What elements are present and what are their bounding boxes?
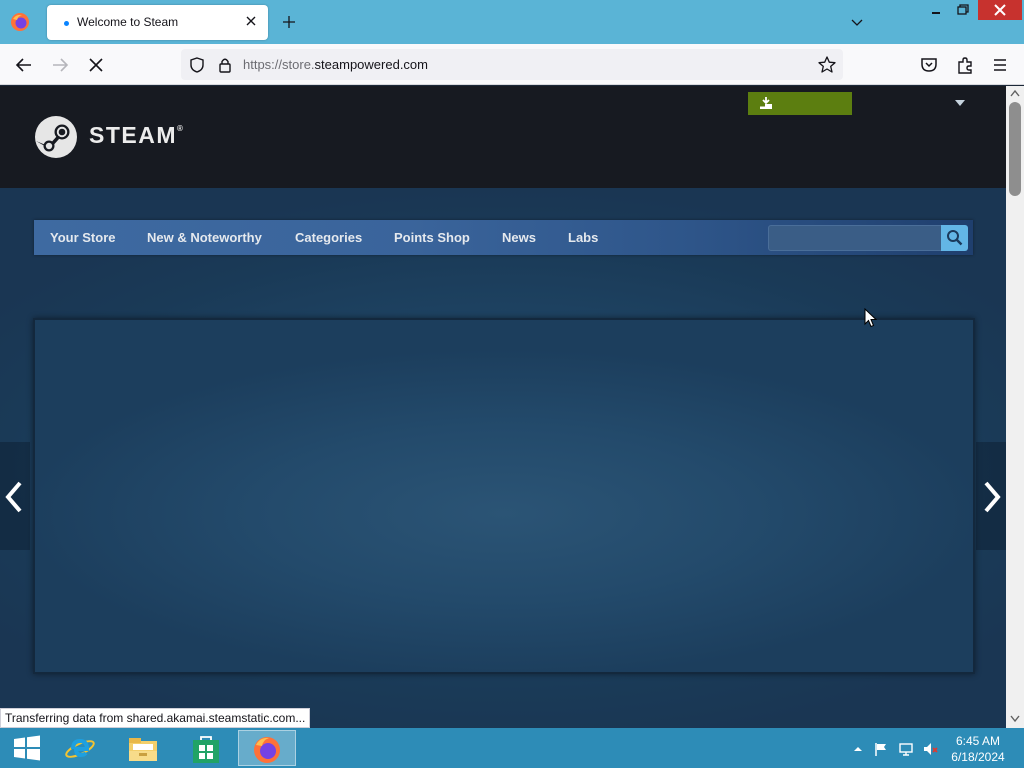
steam-store-page: STEAM® Your Store New & Noteworthy Categ…: [0, 86, 1006, 728]
window-close-button[interactable]: [978, 0, 1022, 20]
url-text[interactable]: https://store.steampowered.com: [243, 57, 428, 72]
nav-tab-news[interactable]: News: [502, 230, 536, 245]
window-minimize-icon[interactable]: [926, 2, 946, 18]
featured-carousel[interactable]: [33, 318, 975, 674]
language-dropdown-caret-icon[interactable]: [955, 100, 965, 106]
browser-toolbar: https://store.steampowered.com: [0, 44, 1024, 85]
back-icon[interactable]: [12, 53, 36, 77]
window-close-icon: [994, 4, 1006, 16]
tab-welcome-to-steam[interactable]: Welcome to Steam: [47, 5, 268, 40]
page-scrollbar[interactable]: [1006, 86, 1024, 728]
tab-title: Welcome to Steam: [77, 15, 179, 29]
lock-icon[interactable]: [216, 56, 234, 74]
forward-icon[interactable]: [48, 53, 72, 77]
system-clock[interactable]: 6:45 AM 6/18/2024: [944, 733, 1012, 765]
firefox-icon: [254, 737, 280, 763]
start-button[interactable]: [0, 730, 56, 766]
taskbar-internet-explorer[interactable]: [52, 730, 108, 766]
taskbar-file-explorer[interactable]: [115, 730, 171, 766]
store-icon: [193, 736, 219, 763]
list-all-tabs-icon[interactable]: [849, 14, 865, 30]
bookmark-star-icon[interactable]: [817, 55, 837, 75]
action-center-flag-icon[interactable]: [873, 741, 889, 757]
volume-muted-icon[interactable]: [922, 741, 938, 757]
carousel-previous-button[interactable]: [0, 442, 30, 550]
file-explorer-icon: [129, 738, 157, 761]
search-icon: [947, 230, 963, 246]
internet-explorer-icon: [65, 738, 95, 758]
nav-tab-new-and-noteworthy[interactable]: New & Noteworthy: [147, 230, 262, 245]
nav-tab-categories[interactable]: Categories: [295, 230, 362, 245]
install-steam-icon: [760, 97, 772, 109]
clock-time: 6:45 AM: [955, 734, 1001, 748]
mouse-pointer-icon: [864, 308, 877, 328]
scroll-up-arrow-icon[interactable]: [1010, 89, 1020, 97]
nav-tab-your-store[interactable]: Your Store: [50, 230, 116, 245]
firefox-menu-icon[interactable]: [10, 12, 30, 32]
app-menu-icon[interactable]: [988, 53, 1012, 77]
extensions-icon[interactable]: [953, 53, 977, 77]
store-search-button[interactable]: [941, 225, 968, 251]
address-bar[interactable]: https://store.steampowered.com: [181, 49, 843, 80]
pocket-icon[interactable]: [917, 53, 941, 77]
tab-loading-indicator: [64, 21, 69, 26]
nav-tab-points-shop[interactable]: Points Shop: [394, 230, 470, 245]
chevron-right-icon: [984, 481, 1001, 513]
url-domain: steampowered.com: [314, 57, 428, 72]
scrollbar-thumb[interactable]: [1009, 102, 1021, 196]
url-prefix: https://store.: [243, 57, 315, 72]
browser-tab-strip: Welcome to Steam: [0, 0, 1024, 44]
network-icon[interactable]: [898, 741, 914, 757]
stop-loading-icon[interactable]: [84, 53, 108, 77]
steam-wordmark[interactable]: STEAM®: [89, 122, 184, 149]
window-restore-icon[interactable]: [952, 2, 972, 18]
close-tab-icon[interactable]: [243, 13, 259, 29]
install-steam-button[interactable]: [748, 92, 852, 115]
clock-date: 6/18/2024: [951, 750, 1005, 764]
browser-status-bar: Transferring data from shared.akamai.ste…: [0, 708, 311, 728]
nav-tab-labs[interactable]: Labs: [568, 230, 598, 245]
chevron-left-icon: [5, 481, 22, 513]
windows-taskbar: 6:45 AM 6/18/2024: [0, 728, 1024, 768]
new-tab-icon[interactable]: [281, 14, 297, 30]
tracking-protection-shield-icon[interactable]: [188, 56, 206, 74]
taskbar-store[interactable]: [178, 730, 234, 766]
start-icon: [14, 735, 40, 761]
scroll-down-arrow-icon[interactable]: [1010, 715, 1020, 723]
steam-logo-icon[interactable]: [34, 115, 78, 159]
steam-brand-text: STEAM: [89, 122, 177, 148]
steam-global-header: STEAM®: [0, 86, 1006, 188]
show-hidden-icons-icon[interactable]: [850, 741, 866, 757]
trademark-mark: ®: [177, 124, 185, 133]
carousel-next-button[interactable]: [976, 442, 1006, 550]
store-navigation-bar: Your Store New & Noteworthy Categories P…: [34, 220, 973, 255]
taskbar-firefox[interactable]: [238, 730, 296, 766]
store-search-input[interactable]: [768, 225, 942, 251]
